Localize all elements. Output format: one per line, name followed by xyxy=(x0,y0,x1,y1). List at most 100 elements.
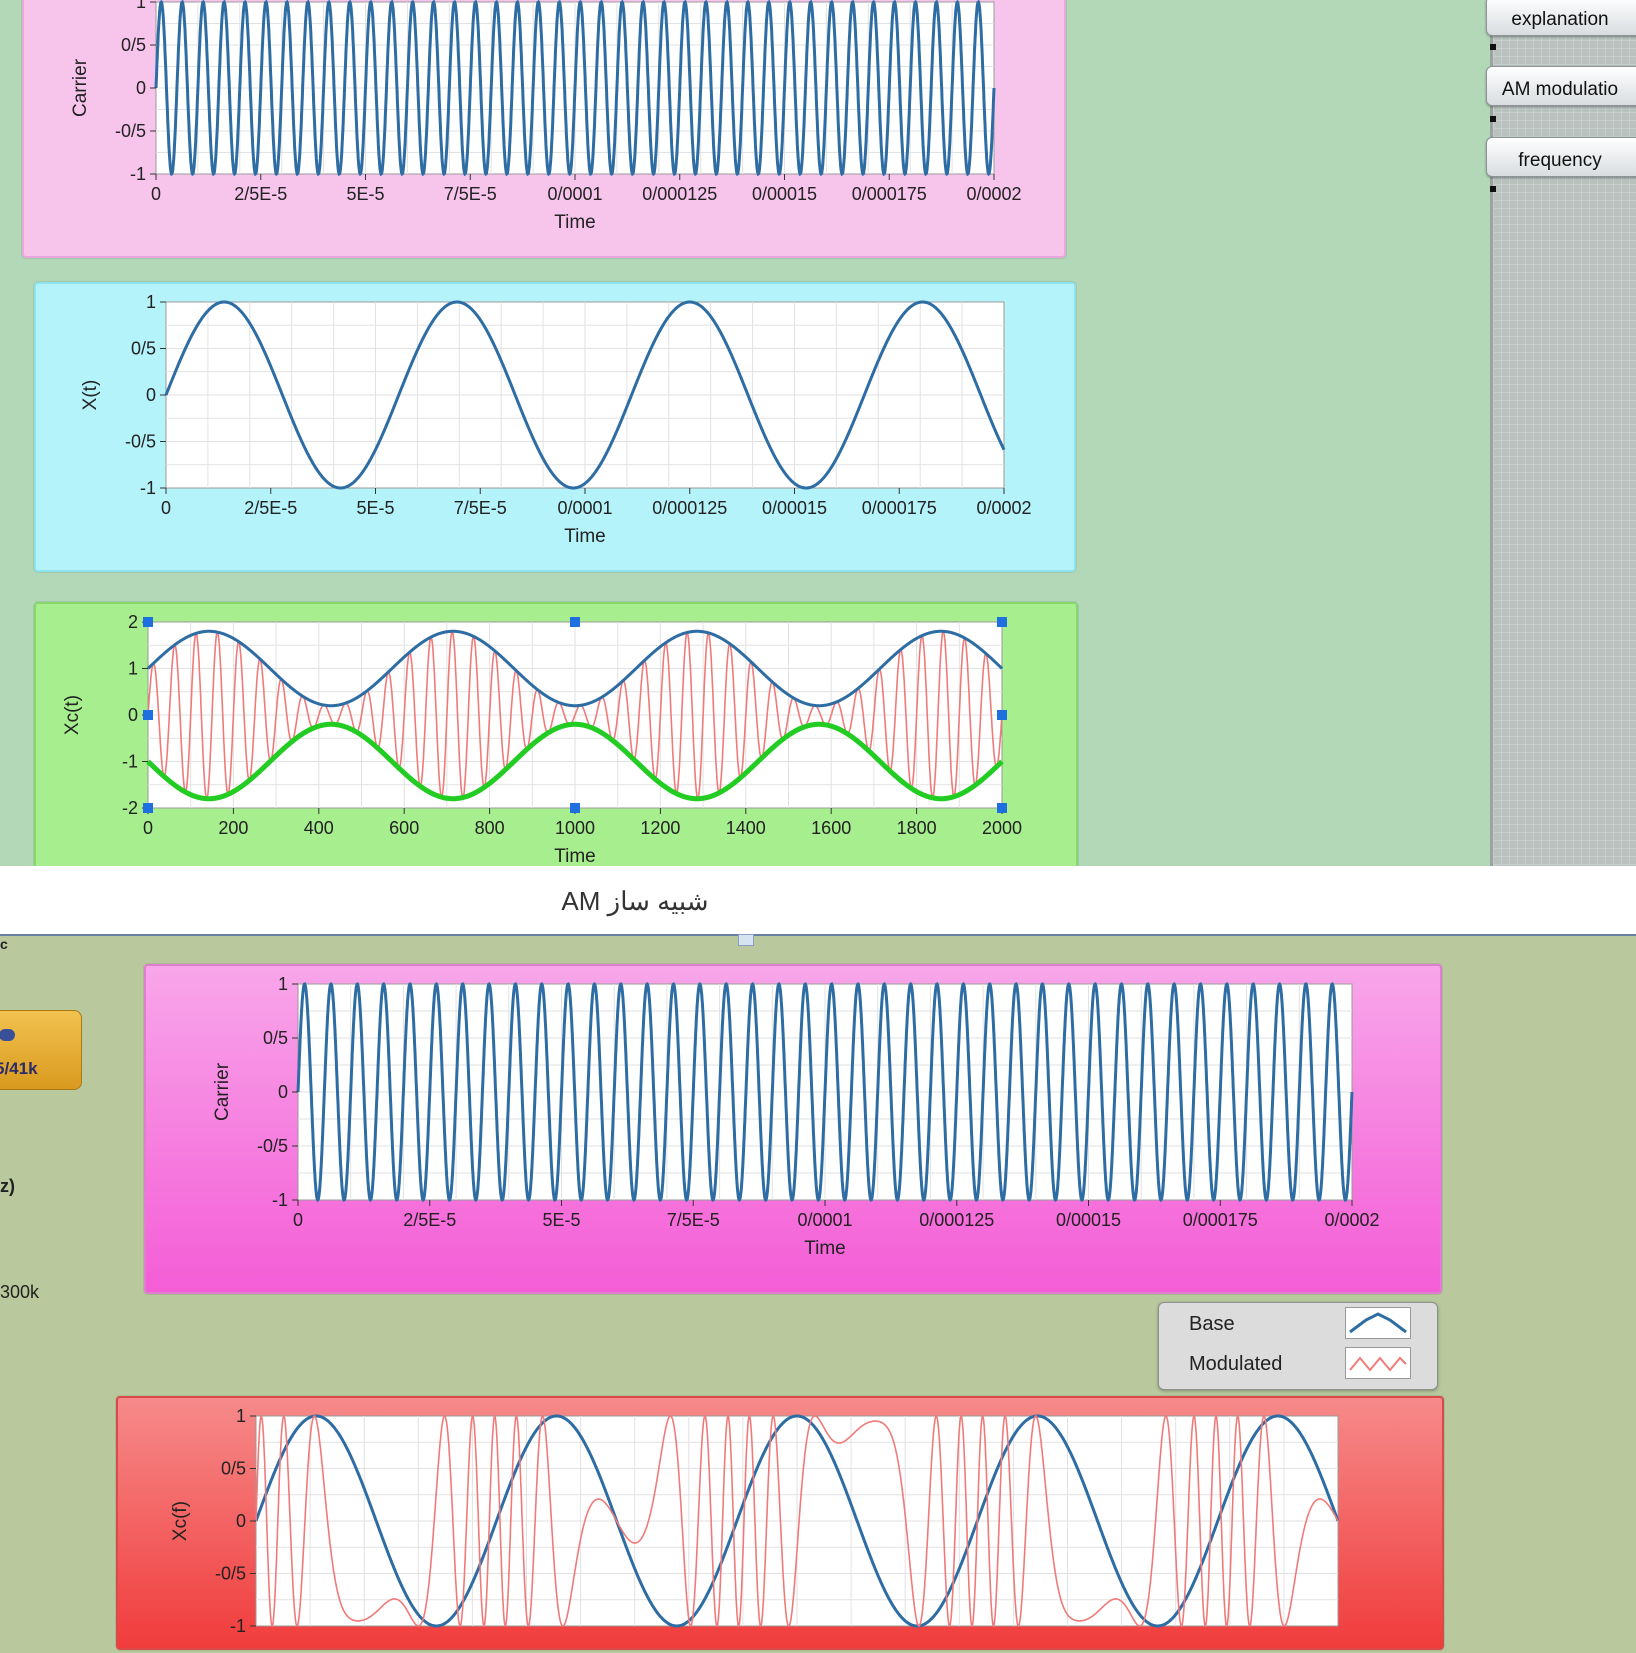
x-tick-label: 0/00015 xyxy=(1056,1210,1121,1230)
frequency-button[interactable]: frequency xyxy=(1486,137,1636,177)
y-tick-label: 0 xyxy=(136,78,146,98)
y-tick-label: -1 xyxy=(140,478,156,498)
y-axis-label: Xc(t) xyxy=(62,695,83,735)
fm-panel: 1 0/5 0 -0/5 -1 Xc(f) xyxy=(116,1396,1444,1650)
y-tick-label: 1 xyxy=(136,0,146,12)
resize-handle[interactable] xyxy=(143,710,153,720)
x-tick-label: 7/5E-5 xyxy=(454,498,507,518)
legend-swatch-base xyxy=(1345,1307,1411,1339)
x-tick-label: 0 xyxy=(161,498,171,518)
x-tick-label: 5E-5 xyxy=(542,1210,580,1230)
x-tick-label: 0 xyxy=(151,184,161,204)
x-tick-label: 0/000175 xyxy=(862,498,937,518)
x-tick-label: 0/000125 xyxy=(919,1210,994,1230)
x-tick-label: 0/00015 xyxy=(762,498,827,518)
x-tick-label: 0/00015 xyxy=(752,184,817,204)
resize-handle[interactable] xyxy=(570,617,580,627)
left-label-300k: 300k xyxy=(0,1282,40,1302)
x-tick-label: 0/0002 xyxy=(976,498,1031,518)
y-tick-label: 2 xyxy=(128,612,138,632)
left-label-top: c xyxy=(0,936,8,952)
y-tick-label: 0 xyxy=(278,1082,288,1102)
am-modulation-button-label: AM modulatio xyxy=(1501,79,1619,100)
resize-handle[interactable] xyxy=(143,803,153,813)
x-tick-label: 1800 xyxy=(897,818,937,838)
legend-label-base: Base xyxy=(1189,1313,1235,1335)
plot-legend: Base Modulated xyxy=(1158,1302,1438,1390)
resize-handle[interactable] xyxy=(997,617,1007,627)
y-tick-label: -0/5 xyxy=(257,1136,288,1156)
sidebar-connector-dot xyxy=(1490,116,1496,122)
y-tick-label: 0/5 xyxy=(121,35,146,55)
y-tick-label: 1 xyxy=(146,292,156,312)
y-tick-label: 0 xyxy=(146,385,156,405)
y-axis-label: X(t) xyxy=(80,380,101,411)
x-tick-label: 5E-5 xyxy=(356,498,394,518)
left-label-hz: z) xyxy=(0,1176,15,1196)
x-tick-label: 7/5E-5 xyxy=(667,1210,720,1230)
resize-handle[interactable] xyxy=(997,710,1007,720)
y-tick-label: 0/5 xyxy=(263,1028,288,1048)
splitter-handle[interactable] xyxy=(738,934,754,946)
x-tick-label: 0/000125 xyxy=(652,498,727,518)
y-tick-label: 1 xyxy=(128,659,138,679)
legend-swatch-modulated xyxy=(1345,1347,1411,1379)
y-axis-label: Xc(f) xyxy=(170,1501,191,1541)
x-tick-label: 1400 xyxy=(726,818,766,838)
y-axis-label: Carrier xyxy=(70,58,91,117)
rate-control[interactable]: 5/41k xyxy=(0,1010,82,1090)
message-panel: 1 0/5 0 -0/5 -1 0 2/5E-5 5E-5 7/5E-5 0/0001 0/0001… xyxy=(34,282,1076,572)
modulated-panel: 2 1 0 -1 -2 0 200 400 600 800 1000 1200 1400 1600 1800… xyxy=(34,602,1078,868)
x-tick-label: 2/5E-5 xyxy=(244,498,297,518)
x-axis-label: Time xyxy=(554,846,596,867)
explanation-button[interactable]: explanation xyxy=(1486,0,1636,36)
x-tick-label: 0/0002 xyxy=(1324,1210,1379,1230)
x-tick-label: 0/0001 xyxy=(547,184,602,204)
frequency-button-label: frequency xyxy=(1518,150,1602,171)
y-tick-label: -1 xyxy=(230,1616,246,1636)
x-tick-label: 1600 xyxy=(811,818,851,838)
y-tick-label: 0 xyxy=(128,705,138,725)
resize-handle[interactable] xyxy=(570,803,580,813)
resize-handle[interactable] xyxy=(997,803,1007,813)
x-tick-label: 2/5E-5 xyxy=(403,1210,456,1230)
legend-label-modulated: Modulated xyxy=(1189,1353,1283,1375)
carrier-chart-top: 10/50-0/5-10 2/5E-5 5E-5 7/5E-5 0/0001 0/0001… xyxy=(70,0,1022,233)
x-tick-label: 1200 xyxy=(640,818,680,838)
carrier-chart-bottom: 10/50-0/5-10 2/5E-5 5E-5 7/5E-5 0/0001 0/0001… xyxy=(212,974,1380,1259)
y-tick-label: 1 xyxy=(278,974,288,994)
y-tick-label: -0/5 xyxy=(115,121,146,141)
x-tick-label: 2000 xyxy=(982,818,1022,838)
sidebar-connector-dot xyxy=(1490,44,1496,50)
y-tick-label: 0/5 xyxy=(221,1459,246,1479)
y-tick-label: 0/5 xyxy=(131,339,156,359)
y-axis-label: Carrier xyxy=(212,1062,233,1121)
x-tick-label: 0/0001 xyxy=(557,498,612,518)
x-tick-label: 0/000125 xyxy=(642,184,717,204)
x-axis-label: Time xyxy=(564,526,606,547)
y-tick-label: 0 xyxy=(236,1511,246,1531)
x-tick-label: 400 xyxy=(304,818,334,838)
y-tick-label: -1 xyxy=(122,752,138,772)
x-tick-label: 0/0002 xyxy=(966,184,1021,204)
y-tick-label: -2 xyxy=(122,798,138,818)
rate-value: 5/41k xyxy=(0,1059,38,1078)
x-tick-label: 0/0001 xyxy=(797,1210,852,1230)
y-tick-label: -1 xyxy=(272,1190,288,1210)
x-tick-label: 1000 xyxy=(555,818,595,838)
resize-handle[interactable] xyxy=(143,617,153,627)
window-title: شبیه ساز AM xyxy=(561,886,709,916)
y-tick-label: -0/5 xyxy=(125,432,156,452)
indicator-icon xyxy=(0,1029,15,1041)
x-tick-label: 200 xyxy=(218,818,248,838)
am-modulation-button[interactable]: AM modulatio xyxy=(1486,66,1636,106)
carrier-panel-top: 1 0/5 0 -0/5 -1 0 2/5E-5 5E-5 7/5E-5 0/0001 0/0001… xyxy=(22,0,1066,258)
fm-chart: 1 0/5 0 -0/5 -1 Xc(f) xyxy=(170,1406,1340,1636)
x-tick-label: 600 xyxy=(389,818,419,838)
x-tick-label: 5E-5 xyxy=(346,184,384,204)
y-tick-label: -0/5 xyxy=(215,1564,246,1584)
message-chart: 10/50-0/5-10 2/5E-5 5E-5 7/5E-5 0/0001 0/0001… xyxy=(80,292,1032,547)
explanation-button-label: explanation xyxy=(1511,9,1609,30)
sidebar-connector-dot xyxy=(1490,186,1496,192)
y-tick-label: -1 xyxy=(130,164,146,184)
